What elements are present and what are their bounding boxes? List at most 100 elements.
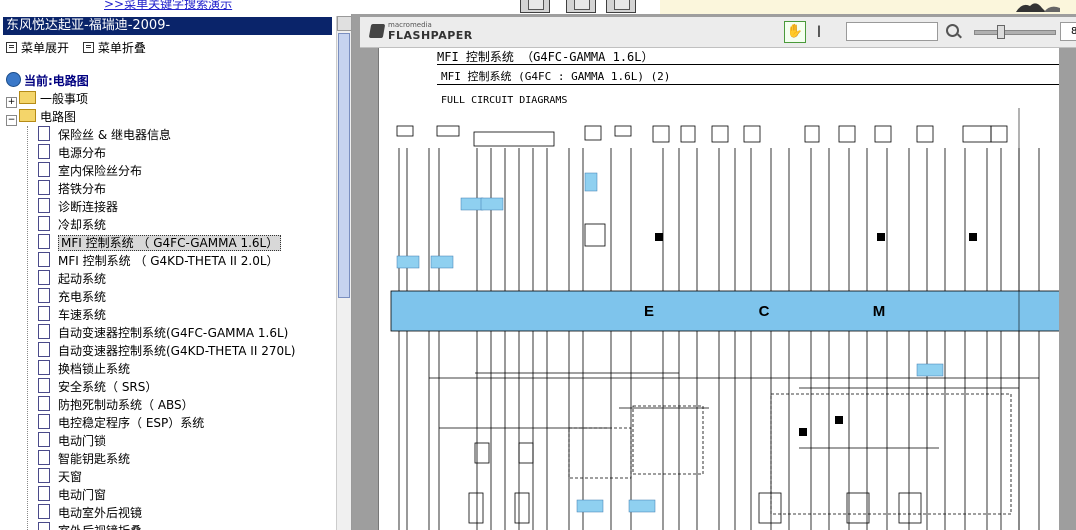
tree-item[interactable]: 保险丝 & 继电器信息 (38, 126, 171, 144)
connector-box (584, 125, 602, 141)
tree-folder-label: 一般事项 (40, 92, 89, 106)
label-box (584, 172, 598, 192)
label-box (480, 197, 504, 211)
document-icon (38, 198, 50, 213)
tree-item-label: 电动室外后视镜 (58, 506, 143, 520)
tree-item[interactable]: 天窗 (38, 468, 82, 486)
nav-button-1[interactable] (520, 0, 550, 13)
tree-item[interactable]: 电动室外后视镜 (38, 504, 142, 522)
flashpaper-logo-icon (368, 24, 386, 38)
tree-item[interactable]: 搭铁分布 (38, 180, 106, 198)
tree-item[interactable]: 电控稳定程序（ ESP）系统 (38, 414, 204, 432)
tree-item[interactable]: MFI 控制系统 （ G4FC-GAMMA 1.6L） (38, 234, 282, 252)
menu-search-demo-link[interactable]: >>菜单关键字搜索演示 (104, 0, 232, 12)
nav-button-2[interactable] (566, 0, 596, 13)
document-icon (38, 180, 50, 195)
search-input[interactable] (846, 22, 938, 41)
tree-item-label: MFI 控制系统 （ G4FC-GAMMA 1.6L） (58, 235, 282, 251)
tree-item[interactable]: 智能钥匙系统 (38, 450, 130, 468)
ecm-letter: M (873, 303, 886, 320)
connector-box (743, 125, 761, 143)
tree-folder[interactable]: − 电路图 (6, 108, 76, 126)
document-icon (38, 414, 50, 429)
tree-item-label: 车速系统 (58, 308, 107, 322)
viewer-toolbar: macromedia FLASHPAPER ✋ I 8 (360, 17, 1076, 48)
ground-marker (877, 233, 885, 241)
document-icon (38, 252, 50, 267)
document-icon (38, 468, 50, 483)
tree-item[interactable]: 车速系统 (38, 306, 106, 324)
tree-title-bar: 东风悦达起亚-福瑞迪-2009- (3, 17, 332, 35)
component-box (514, 492, 530, 524)
window-icon (614, 0, 630, 10)
tree-item[interactable]: 安全系统（ SRS） (38, 378, 157, 396)
tree-item[interactable]: 自动变速器控制系统(G4FC-GAMMA 1.6L) (38, 324, 288, 342)
tree-item-label: 换档锁止系统 (58, 362, 131, 376)
expand-all-label: 菜单展开 (21, 41, 70, 55)
tree-item[interactable]: 充电系统 (38, 288, 106, 306)
zoom-slider-knob[interactable] (997, 25, 1005, 39)
tree-item-label: 电控稳定程序（ ESP）系统 (58, 416, 205, 430)
tree-item[interactable]: 自动变速器控制系统(G4KD-THETA II 270L) (38, 342, 295, 360)
document-icon (38, 378, 50, 393)
tree-tools: 菜单展开 菜单折叠 (6, 39, 156, 56)
tree-item-label: 起动系统 (58, 272, 107, 286)
tree-item[interactable]: 室内保险丝分布 (38, 162, 142, 180)
document-icon (38, 504, 50, 519)
tree-item[interactable]: 室外后视镜折叠 (38, 522, 142, 530)
tree-item-label: MFI 控制系统 （ G4KD-THETA II 2.0L） (58, 254, 279, 268)
tree-item[interactable]: 冷却系统 (38, 216, 106, 234)
tree-scrollbar[interactable] (336, 16, 351, 530)
document-icon (38, 306, 50, 321)
component-box (468, 492, 484, 524)
expander-icon[interactable]: − (6, 115, 17, 126)
tree-connector (27, 126, 28, 530)
nav-button-3[interactable] (606, 0, 636, 13)
tree-item-label: 自动变速器控制系统(G4FC-GAMMA 1.6L) (58, 326, 289, 340)
collapse-all-button[interactable]: 菜单折叠 (82, 39, 146, 56)
tree-folder[interactable]: + 一般事项 (6, 90, 88, 108)
tree-item[interactable]: 起动系统 (38, 270, 106, 288)
expand-all-button[interactable]: 菜单展开 (6, 39, 69, 56)
zoom-slider[interactable] (974, 25, 1056, 39)
tree-item[interactable]: 诊断连接器 (38, 198, 118, 216)
connector-box (680, 125, 696, 143)
search-icon[interactable] (946, 24, 959, 37)
tree-item[interactable]: 电源分布 (38, 144, 106, 162)
connector-box (874, 125, 892, 143)
tree-item-label: 室外后视镜折叠 (58, 524, 142, 530)
document-icon (38, 396, 50, 411)
hand-tool-button[interactable]: ✋ (784, 21, 806, 43)
document-area: MFI 控制系统 （G4FC-GAMMA 1.6L） MFI 控制系统 (G4F… (360, 48, 1076, 530)
text-select-button[interactable]: I (812, 21, 826, 43)
label-box (576, 499, 604, 513)
list-icon (82, 42, 94, 53)
tree-item-label: 充电系统 (58, 290, 107, 304)
tree-item-label: 室内保险丝分布 (58, 164, 143, 178)
tree-item[interactable]: 换档锁止系统 (38, 360, 130, 378)
tree-item[interactable]: MFI 控制系统 （ G4KD-THETA II 2.0L） (38, 252, 279, 270)
tree-item[interactable]: 电动门锁 (38, 432, 106, 450)
text-select-icon: I (816, 22, 822, 41)
zoom-value-field[interactable]: 8 (1060, 22, 1076, 41)
label-box (430, 255, 454, 269)
document-icon (38, 144, 50, 159)
document-icon (38, 342, 50, 357)
scrollbar-thumb[interactable] (338, 33, 350, 298)
tree-item-label: 电动门窗 (58, 488, 107, 502)
tree-item[interactable]: 防抱死制动系统（ ABS） (38, 396, 194, 414)
globe-icon (6, 72, 21, 87)
expander-icon[interactable]: + (6, 97, 17, 108)
folder-icon (19, 91, 36, 104)
scroll-up-button[interactable] (337, 16, 351, 31)
logo-icon (1016, 3, 1060, 12)
tree-item-label: 自动变速器控制系统(G4KD-THETA II 270L) (58, 344, 296, 358)
tree-item-label: 电源分布 (58, 146, 107, 160)
brand-name-label: FLASHPAPER (388, 29, 473, 42)
component-box (846, 492, 870, 524)
viewer-pane: macromedia FLASHPAPER ✋ I 8 MFI 控制系统 （G4… (352, 14, 1076, 530)
label-box (916, 363, 944, 377)
document-icon (38, 216, 50, 231)
relay-box (632, 405, 704, 475)
tree-item[interactable]: 电动门窗 (38, 486, 106, 504)
